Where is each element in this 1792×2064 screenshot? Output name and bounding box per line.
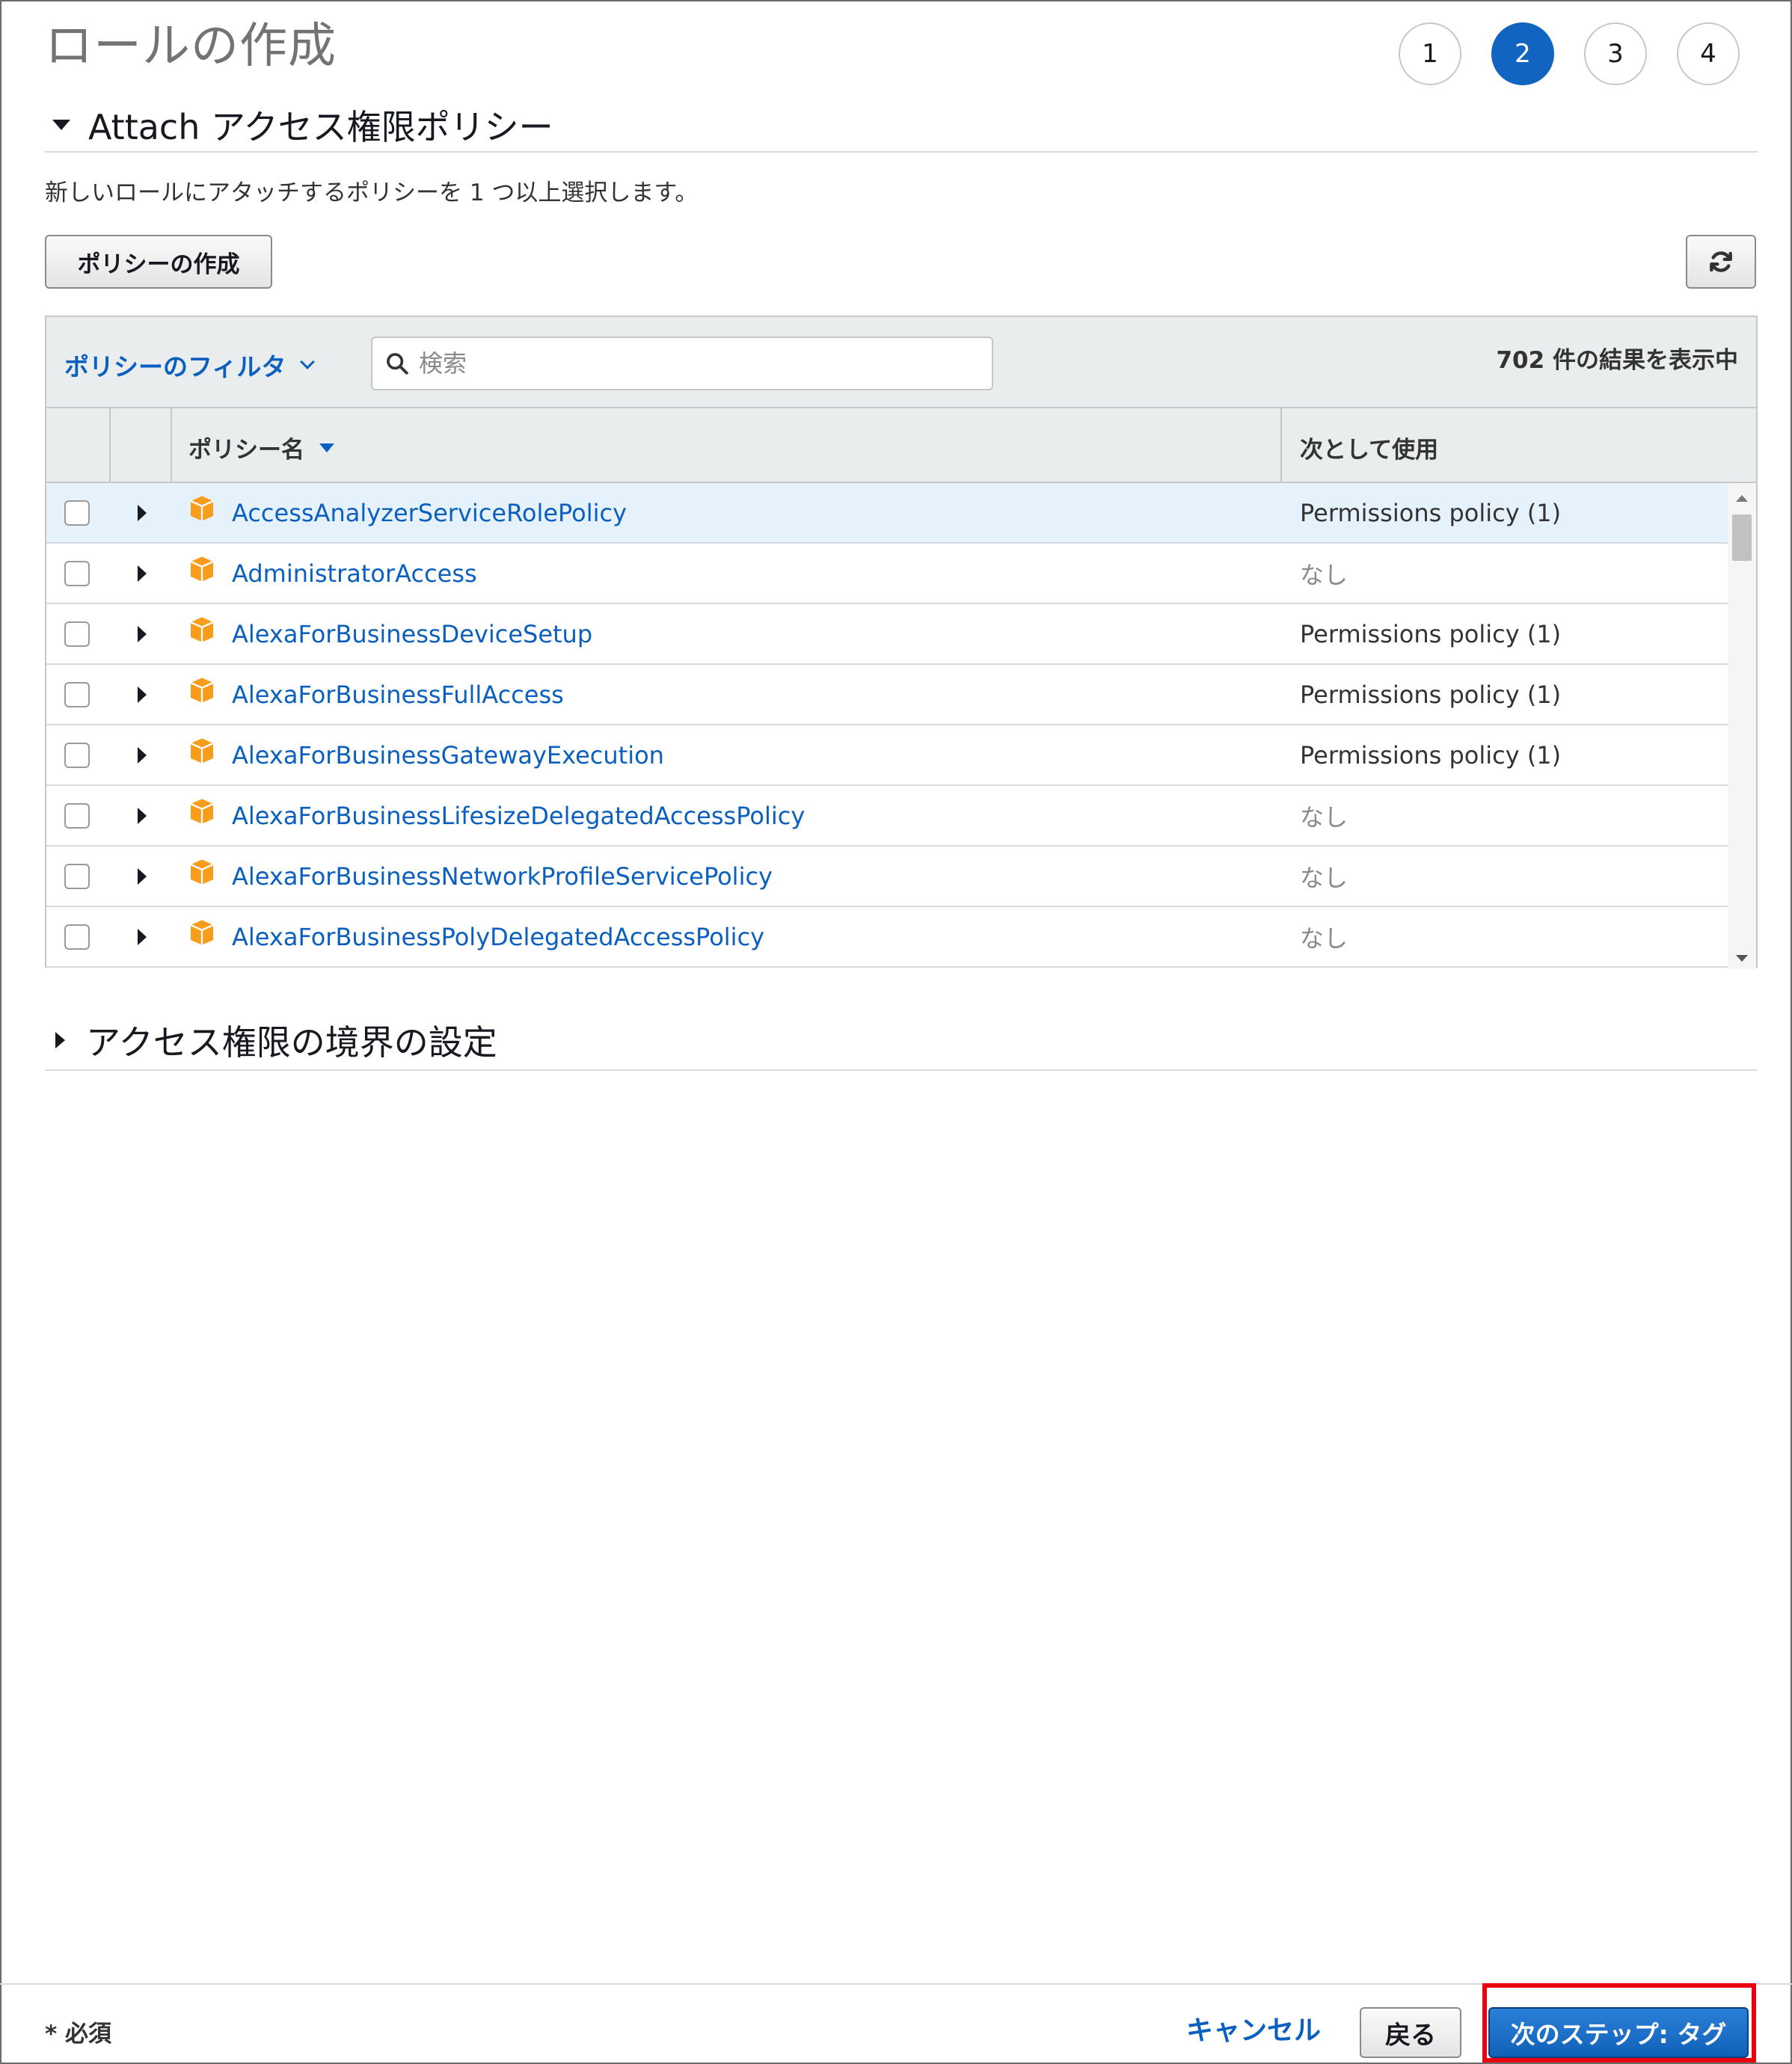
step-3[interactable]: 3 bbox=[1584, 22, 1647, 85]
result-count: 702 件の結果を表示中 bbox=[1496, 347, 1738, 374]
row-checkbox[interactable] bbox=[64, 500, 90, 526]
table-row[interactable]: AlexaForBusinessDeviceSetup Permissions … bbox=[46, 604, 1729, 665]
table-scrollbar[interactable] bbox=[1728, 483, 1756, 969]
policy-box-icon bbox=[190, 799, 214, 824]
policy-used-as: Permissions policy (1) bbox=[1300, 740, 1562, 770]
policy-box-icon bbox=[190, 617, 214, 642]
policy-box-icon bbox=[190, 556, 214, 582]
policy-name-link[interactable]: AdministratorAccess bbox=[232, 559, 477, 588]
row-checkbox[interactable] bbox=[64, 681, 90, 707]
row-checkbox[interactable] bbox=[64, 802, 90, 829]
scroll-up-icon[interactable] bbox=[1736, 495, 1748, 502]
table-toolbar: ポリシーのフィルタ 702 件の結果を表示中 bbox=[46, 317, 1756, 408]
policy-name-link[interactable]: AlexaForBusinessPolyDelegatedAccessPolic… bbox=[232, 923, 764, 951]
refresh-button[interactable] bbox=[1686, 235, 1756, 289]
table-row[interactable]: AlexaForBusinessNetworkProfileServicePol… bbox=[46, 847, 1729, 907]
column-divider bbox=[1280, 408, 1282, 483]
expand-row-icon[interactable] bbox=[138, 928, 147, 945]
policy-box-icon bbox=[190, 859, 214, 885]
policy-used-as: なし bbox=[1300, 863, 1348, 892]
create-policy-button[interactable]: ポリシーの作成 bbox=[45, 235, 272, 289]
column-divider bbox=[171, 408, 172, 483]
chevron-down-icon bbox=[300, 354, 316, 369]
expand-row-icon[interactable] bbox=[138, 867, 147, 885]
table-row[interactable]: AlexaForBusinessGatewayExecution Permiss… bbox=[46, 725, 1729, 786]
expand-row-icon[interactable] bbox=[138, 504, 147, 521]
row-checkbox[interactable] bbox=[64, 742, 90, 768]
policy-name-link[interactable]: AlexaForBusinessGatewayExecution bbox=[232, 741, 664, 770]
policy-used-as: なし bbox=[1300, 924, 1348, 953]
policy-table: ポリシーのフィルタ 702 件の結果を表示中 ポリシー名 次として使用 Acce… bbox=[45, 316, 1758, 969]
table-header: ポリシー名 次として使用 bbox=[46, 408, 1756, 483]
step-1[interactable]: 1 bbox=[1399, 22, 1461, 85]
policy-name-link[interactable]: AlexaForBusinessDeviceSetup bbox=[232, 620, 592, 648]
column-header-policy-name-label: ポリシー名 bbox=[188, 437, 304, 464]
policy-used-as: Permissions policy (1) bbox=[1300, 619, 1562, 648]
page-title: ロールの作成 bbox=[45, 19, 337, 74]
scroll-down-icon[interactable] bbox=[1736, 955, 1748, 962]
attach-section-description: 新しいロールにアタッチするポリシーを 1 つ以上選択します。 bbox=[45, 179, 699, 206]
refresh-icon bbox=[1710, 251, 1732, 272]
expand-row-icon[interactable] bbox=[138, 686, 147, 703]
policy-used-as: なし bbox=[1300, 802, 1348, 832]
policy-name-link[interactable]: AccessAnalyzerServiceRolePolicy bbox=[232, 499, 627, 527]
policy-name-link[interactable]: AlexaForBusinessNetworkProfileServicePol… bbox=[232, 862, 773, 891]
column-header-policy-name[interactable]: ポリシー名 bbox=[188, 431, 334, 464]
highlight-box bbox=[1482, 1983, 1756, 2063]
scrollbar-thumb[interactable] bbox=[1732, 515, 1752, 561]
policy-used-as: Permissions policy (1) bbox=[1300, 498, 1562, 527]
table-row[interactable]: AlexaForBusinessLifesizeDelegatedAccessP… bbox=[46, 786, 1729, 847]
step-indicator: 1 2 3 4 bbox=[1399, 22, 1740, 85]
row-checkbox[interactable] bbox=[64, 924, 90, 950]
search-box[interactable] bbox=[371, 337, 993, 390]
policy-filter-dropdown[interactable]: ポリシーのフィルタ bbox=[64, 347, 316, 383]
policy-filter-label: ポリシーのフィルタ bbox=[64, 352, 286, 381]
table-row[interactable]: AdministratorAccess なし bbox=[46, 544, 1729, 604]
attach-section-header[interactable]: Attach アクセス権限ポリシー bbox=[45, 99, 1758, 153]
expand-row-icon[interactable] bbox=[138, 746, 147, 764]
table-body: AccessAnalyzerServiceRolePolicy Permissi… bbox=[46, 483, 1729, 968]
policy-box-icon bbox=[190, 678, 214, 703]
policy-name-link[interactable]: AlexaForBusinessFullAccess bbox=[232, 681, 564, 709]
search-input[interactable] bbox=[419, 349, 987, 378]
policy-name-link[interactable]: AlexaForBusinessLifesizeDelegatedAccessP… bbox=[232, 802, 805, 830]
boundary-section-header[interactable]: アクセス権限の境界の設定 bbox=[45, 1011, 1758, 1071]
attach-section-title: Attach アクセス権限ポリシー bbox=[88, 107, 553, 147]
policy-used-as: なし bbox=[1300, 560, 1348, 589]
column-divider bbox=[109, 408, 111, 483]
boundary-section-title: アクセス権限の境界の設定 bbox=[86, 1022, 497, 1063]
expand-row-icon[interactable] bbox=[138, 807, 147, 824]
policy-box-icon bbox=[190, 738, 214, 764]
caret-down-icon bbox=[52, 120, 70, 130]
expand-row-icon[interactable] bbox=[138, 625, 147, 642]
policy-box-icon bbox=[190, 920, 214, 945]
row-checkbox[interactable] bbox=[64, 863, 90, 889]
back-button[interactable]: 戻る bbox=[1360, 2007, 1461, 2058]
expand-row-icon[interactable] bbox=[138, 565, 147, 582]
policy-box-icon bbox=[190, 496, 214, 521]
cancel-link[interactable]: キャンセル bbox=[1186, 2009, 1321, 2048]
caret-right-icon bbox=[55, 1032, 65, 1048]
step-2-current[interactable]: 2 bbox=[1491, 22, 1554, 85]
table-row[interactable]: AlexaForBusinessFullAccess Permissions p… bbox=[46, 665, 1729, 725]
row-checkbox[interactable] bbox=[64, 621, 90, 647]
table-row[interactable]: AlexaForBusinessPolyDelegatedAccessPolic… bbox=[46, 907, 1729, 968]
row-checkbox[interactable] bbox=[64, 560, 90, 586]
table-row[interactable]: AccessAnalyzerServiceRolePolicy Permissi… bbox=[46, 483, 1729, 544]
sort-desc-icon bbox=[319, 443, 334, 452]
step-4[interactable]: 4 bbox=[1677, 22, 1740, 85]
required-note: * 必須 bbox=[45, 2021, 112, 2048]
column-header-used-as[interactable]: 次として使用 bbox=[1300, 431, 1438, 464]
policy-used-as: Permissions policy (1) bbox=[1300, 680, 1562, 709]
search-icon bbox=[387, 353, 408, 375]
